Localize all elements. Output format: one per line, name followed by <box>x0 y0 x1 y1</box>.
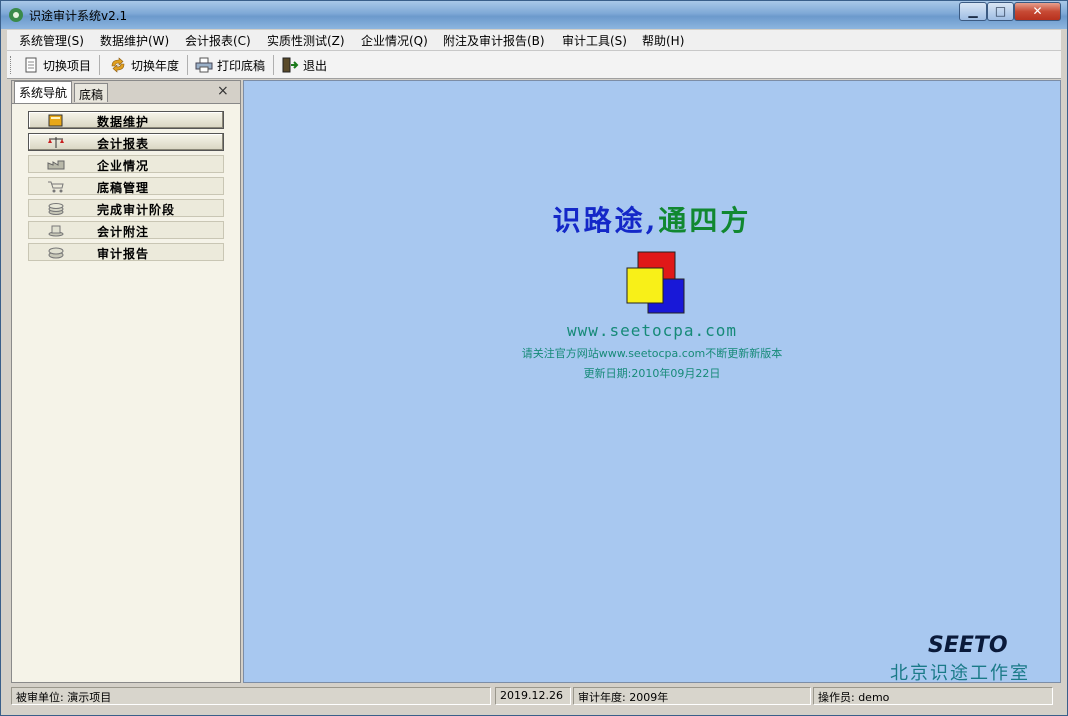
nav-item-accounting-reports[interactable]: 会计报表 <box>28 133 224 151</box>
app-window: 识途审计系统v2.1 ▁ □ ✕ 系统管理(S) 数据维护(W) 会计报表(C)… <box>0 0 1068 716</box>
printer-icon <box>195 57 213 73</box>
cart-icon <box>48 181 64 193</box>
app-logo-icon <box>9 8 23 22</box>
menu-substantive[interactable]: 实质性测试(Z) <box>267 32 345 49</box>
exit-button[interactable]: 退出 <box>281 55 327 75</box>
panel-close-icon[interactable]: × <box>217 83 229 99</box>
status-operator: 操作员: demo <box>813 687 1053 705</box>
nav-list: 数据维护 会计报表 企业情况 底稿管理 完成审计阶段 会计附注 审计报告 <box>28 111 224 265</box>
menu-system[interactable]: 系统管理(S) <box>19 32 84 49</box>
menu-notes-report[interactable]: 附注及审计报告(B) <box>443 32 545 49</box>
status-audit-year: 审计年度: 2009年 <box>573 687 811 705</box>
refresh-arrows-icon <box>111 57 125 73</box>
document-icon <box>25 57 37 73</box>
menu-company[interactable]: 企业情况(Q) <box>361 32 428 49</box>
nav-item-accounting-notes[interactable]: 会计附注 <box>28 221 224 239</box>
tab-system-nav[interactable]: 系统导航 <box>14 81 73 103</box>
status-date: 2019.12.26 <box>495 687 571 705</box>
status-bar: 被审单位: 演示项目 2019.12.26 审计年度: 2009年 操作员: d… <box>7 685 1061 707</box>
nav-item-draft-management[interactable]: 底稿管理 <box>28 177 224 195</box>
scale-icon <box>48 137 64 148</box>
maximize-button[interactable]: □ <box>987 2 1014 21</box>
panel-tabs: 系统导航 底稿 × <box>12 81 240 104</box>
slogan-part-1: 识路途, <box>552 204 659 237</box>
update-notice: 请关注官方网站www.seetocpa.com不断更新新版本 <box>521 347 783 360</box>
menu-data[interactable]: 数据维护(W) <box>100 32 169 49</box>
status-audited-unit: 被审单位: 演示项目 <box>11 687 491 705</box>
switch-project-button[interactable]: 切换项目 <box>23 55 91 75</box>
print-drafts-button[interactable]: 打印底稿 <box>195 55 265 75</box>
exit-door-icon <box>282 57 299 73</box>
switch-year-button[interactable]: 切换年度 <box>109 55 179 75</box>
nav-item-company-info[interactable]: 企业情况 <box>28 155 224 173</box>
coins-icon <box>48 203 64 215</box>
main-workspace: 识路途,通四方 www.seetocpa.com 请关注官方网站www.seet… <box>243 80 1061 684</box>
brand-name-cn: 北京识途工作室 <box>890 663 1030 684</box>
menu-help[interactable]: 帮助(H) <box>642 32 684 49</box>
navigation-panel: 系统导航 底稿 × 数据维护 会计报表 企业情况 底稿管理 完成审计阶段 会计附… <box>11 80 241 683</box>
seeto-logo-icon <box>626 251 685 314</box>
minimize-button[interactable]: ▁ <box>959 2 987 21</box>
title-bar[interactable]: 识途审计系统v2.1 ▁ □ ✕ <box>1 1 1067 29</box>
nav-item-data-maintenance[interactable]: 数据维护 <box>28 111 224 129</box>
report-icon <box>48 247 64 259</box>
menu-tools[interactable]: 审计工具(S) <box>562 32 627 49</box>
menu-bar: 系统管理(S) 数据维护(W) 会计报表(C) 实质性测试(Z) 企业情况(Q)… <box>7 30 1061 51</box>
nav-item-audit-report[interactable]: 审计报告 <box>28 243 224 261</box>
toolbar-grip[interactable] <box>10 56 14 74</box>
window-title: 识途审计系统v2.1 <box>29 9 128 23</box>
menu-reports[interactable]: 会计报表(C) <box>185 32 251 49</box>
toolbar-separator <box>99 55 100 75</box>
notes-icon <box>48 225 64 237</box>
brand-name-en: SEETO <box>928 633 1008 658</box>
folder-icon <box>48 114 63 127</box>
factory-icon <box>47 160 65 170</box>
slogan: 识路途,通四方 <box>244 199 1060 239</box>
toolbar-separator <box>273 55 274 75</box>
toolbar-separator <box>187 55 188 75</box>
close-button[interactable]: ✕ <box>1014 2 1061 21</box>
slogan-part-2: 通四方 <box>658 204 752 237</box>
nav-item-complete-audit[interactable]: 完成审计阶段 <box>28 199 224 217</box>
toolbar: 切换项目 切换年度 打印底稿 退出 <box>7 51 1061 79</box>
update-date: 更新日期:2010年09月22日 <box>583 367 721 380</box>
tab-drafts[interactable]: 底稿 <box>74 83 109 102</box>
website-url[interactable]: www.seetocpa.com <box>244 321 1060 340</box>
